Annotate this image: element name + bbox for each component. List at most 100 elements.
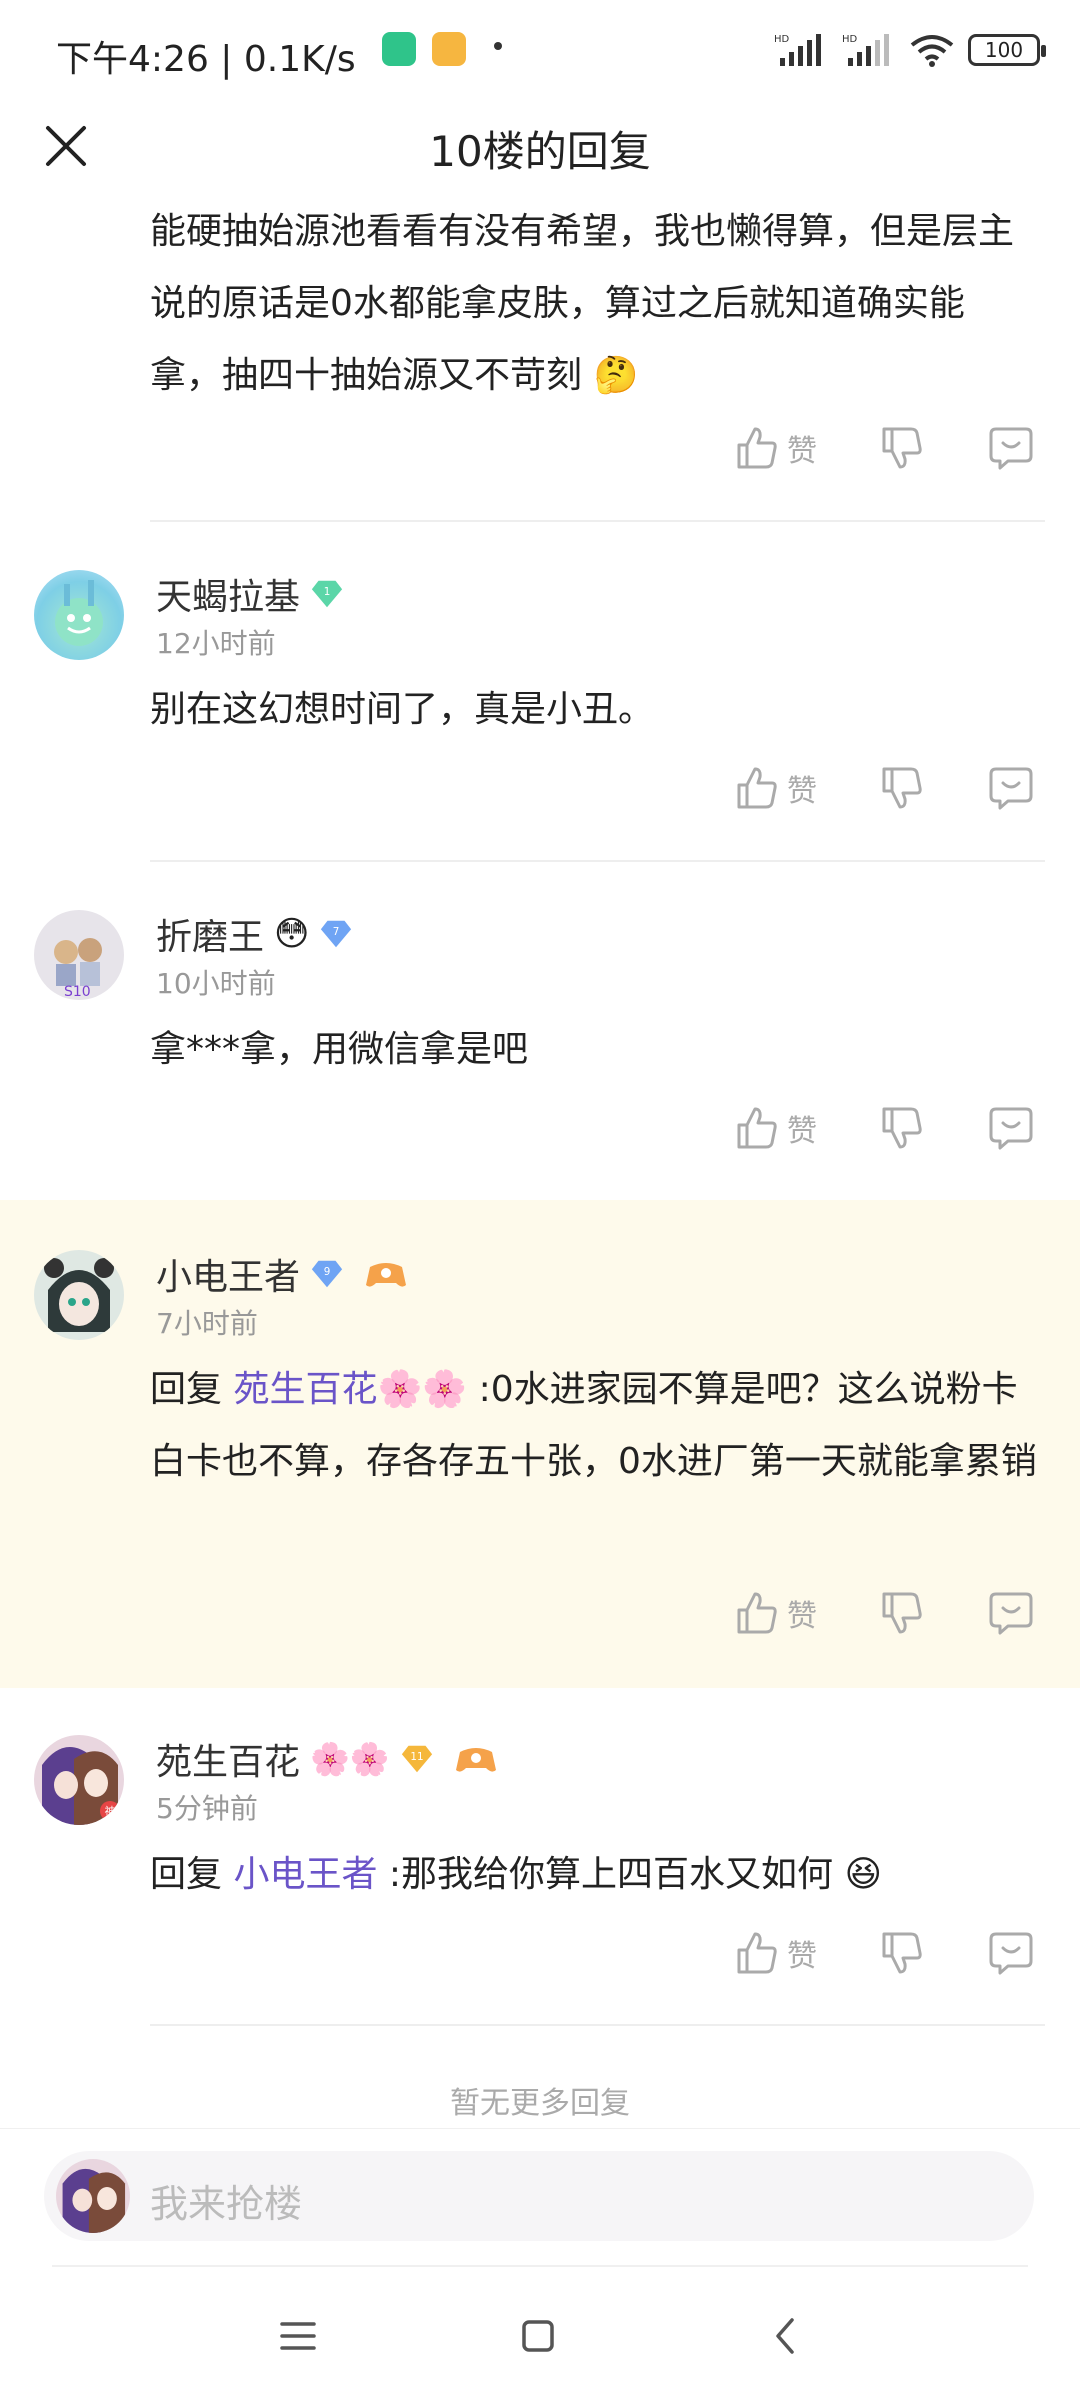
comment-actions: 赞 (0, 425, 1080, 485)
comment-text: 拿***拿，用微信拿是吧 (150, 1029, 529, 1070)
thumbs-down-icon[interactable] (880, 425, 924, 471)
laughing-emoji-icon: 😆 (844, 1854, 883, 1895)
like-label: 赞 (787, 1599, 817, 1634)
back-icon[interactable] (758, 2308, 814, 2364)
flower-emoji-icon: 🌸🌸 (377, 1369, 468, 1410)
diamond-badge-icon: 1 (311, 580, 343, 608)
signal-icon: HD (842, 34, 889, 66)
thumbs-down-icon[interactable] (880, 765, 924, 811)
like-button[interactable]: 赞 (735, 1590, 817, 1636)
thinking-emoji-icon: 🤔 (593, 355, 639, 396)
like-label: 赞 (787, 1939, 817, 1974)
thumbs-down-icon[interactable] (880, 1930, 924, 1976)
timestamp: 7小时前 (156, 1307, 258, 1340)
menu-icon[interactable] (270, 2308, 326, 2364)
no-more-replies: 暂无更多回复 (450, 2086, 630, 2121)
app-notification-icon (382, 32, 416, 66)
comment-input-bar: 我来抢楼 (0, 2128, 1080, 2268)
avatar-image-icon (55, 580, 103, 646)
diamond-badge-icon: 7 (321, 920, 352, 948)
timestamp: 12小时前 (156, 627, 276, 660)
like-label: 赞 (787, 1114, 817, 1149)
level-badge: 1 (310, 579, 344, 609)
thumbs-down-icon[interactable] (880, 1590, 924, 1636)
reply-comment-icon[interactable] (988, 1105, 1034, 1151)
game-controller-badge-icon (366, 1263, 407, 1287)
avatar[interactable] (34, 570, 124, 660)
page-title: 10楼的回复 (429, 127, 651, 176)
thumbs-up-icon (737, 1107, 777, 1149)
comment-text: 回复 苑生百花🌸🌸 :0水进家园不算是吧？这么说粉卡白卡也不算，存各存五十张，0… (150, 1369, 1037, 1482)
reply-comment-icon[interactable] (988, 1930, 1034, 1976)
reply-prefix: 回复 (150, 1854, 223, 1895)
username[interactable]: 折磨王 (156, 908, 264, 960)
svg-text:7: 7 (333, 926, 340, 938)
home-icon[interactable] (510, 2308, 566, 2364)
divider (52, 2265, 1028, 2267)
diamond-badge-icon: 11 (401, 1745, 432, 1773)
reply-comment-icon[interactable] (988, 765, 1034, 811)
reply-comment-icon[interactable] (988, 1590, 1034, 1636)
comment-actions: 赞 (0, 1930, 1080, 1990)
level-badge: 9 (310, 1259, 344, 1289)
dot-icon (494, 42, 502, 50)
flower-emoji-icon: 🌸🌸 (310, 1740, 390, 1778)
avatar-image-icon (44, 1258, 114, 1332)
like-label: 赞 (787, 774, 817, 809)
divider (150, 520, 1045, 522)
svg-text:HD: HD (774, 34, 790, 45)
comment-text: 回复 小电王者 :那我给你算上四百水又如何 😆 (150, 1854, 883, 1895)
like-button[interactable]: 赞 (735, 1105, 817, 1151)
app-notification-icon (432, 32, 466, 66)
svg-text:HD: HD (842, 34, 858, 45)
divider (150, 860, 1045, 862)
signal-icon: HD (774, 34, 821, 66)
reply-comment-icon[interactable] (988, 425, 1034, 471)
thumbs-up-icon (737, 1592, 777, 1634)
svg-text:神: 神 (105, 1804, 116, 1818)
divider (150, 2024, 1045, 2026)
input-placeholder: 我来抢楼 (150, 2182, 303, 2226)
username[interactable]: 天蝎拉基 (156, 568, 300, 620)
timestamp: 5分钟前 (156, 1792, 258, 1825)
game-controller-badge-icon (455, 1748, 496, 1772)
username[interactable]: 小电王者 (156, 1248, 300, 1300)
level-badge: 11 (400, 1744, 434, 1774)
mention-link[interactable]: 小电王者 (233, 1854, 377, 1895)
comment-actions: 赞 (0, 765, 1080, 825)
thumbs-up-icon (737, 427, 777, 469)
battery-level: 100 (984, 38, 1024, 62)
comment-input[interactable]: 我来抢楼 (44, 2151, 1034, 2241)
thumbs-up-icon (737, 1932, 777, 1974)
like-button[interactable]: 赞 (735, 1930, 817, 1976)
timestamp: 10小时前 (156, 967, 276, 1000)
system-nav-bar (0, 2268, 1080, 2400)
comment-text: 能硬抽始源池看看有没有希望，我也懒得算，但是层主说的原话是0水都能拿皮肤，算过之… (150, 211, 1015, 396)
thumbs-down-icon[interactable] (880, 1105, 924, 1151)
header: 10楼的回复 (0, 100, 1080, 190)
username[interactable]: 苑生百花 (156, 1733, 300, 1785)
thumbs-up-icon (737, 767, 777, 809)
svg-text:1: 1 (324, 586, 331, 598)
avatar[interactable]: 神 (34, 1735, 124, 1825)
avatar-image-icon: 神 (42, 1747, 120, 1825)
battery-icon: 100 (968, 34, 1046, 66)
like-label: 赞 (787, 434, 817, 469)
comment-actions: 赞 (0, 1105, 1080, 1165)
diamond-badge-icon: 9 (311, 1260, 343, 1288)
svg-text:S10: S10 (64, 984, 91, 1000)
wifi-icon (910, 35, 954, 67)
avatar-image-icon (62, 2168, 126, 2233)
mention-link[interactable]: 苑生百花 (233, 1369, 377, 1410)
flushed-emoji-icon: 😳 (274, 914, 310, 954)
like-button[interactable]: 赞 (735, 425, 817, 471)
avatar[interactable] (34, 1250, 124, 1340)
reply-prefix: 回复 (150, 1369, 223, 1410)
avatar (56, 2159, 130, 2233)
avatar[interactable]: S10 (34, 910, 124, 1000)
like-button[interactable]: 赞 (735, 765, 817, 811)
svg-text:11: 11 (410, 1751, 423, 1763)
svg-text:9: 9 (324, 1266, 331, 1278)
level-badge: 7 (319, 919, 353, 949)
comment-actions: 赞 (0, 1590, 1080, 1650)
